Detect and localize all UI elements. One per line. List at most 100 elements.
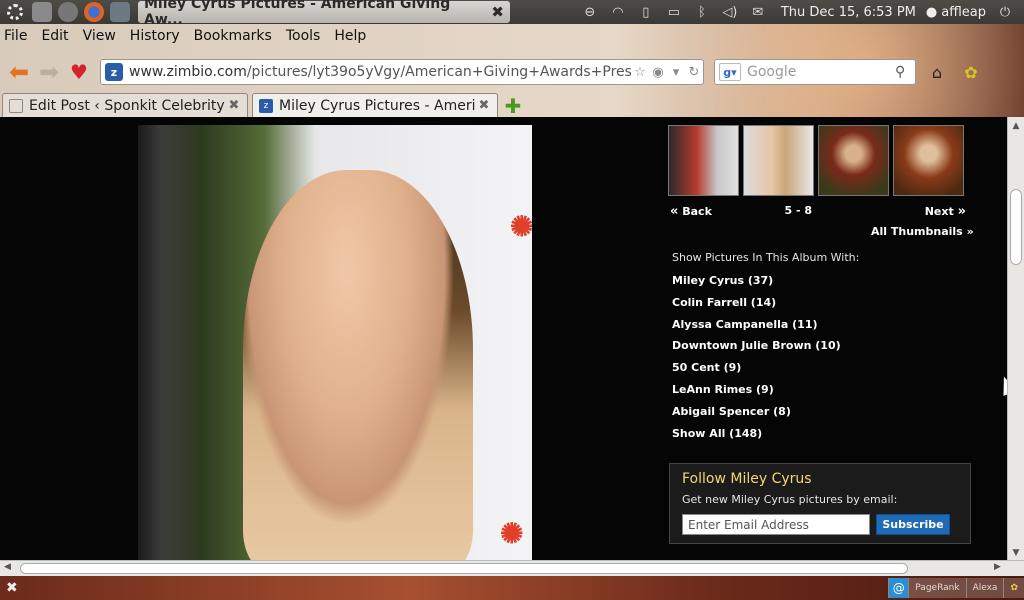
battery-icon[interactable]: ▭ bbox=[665, 4, 683, 20]
top-panel: Miley Cyrus Pictures - American Giving A… bbox=[0, 0, 1024, 28]
google-icon[interactable]: g▾ bbox=[719, 63, 741, 81]
tab-close-icon[interactable]: ✖ bbox=[477, 98, 491, 113]
usb-icon[interactable]: ▯ bbox=[637, 4, 655, 20]
menu-file[interactable]: File bbox=[4, 28, 27, 44]
horizontal-scrollbar[interactable]: ◀ ▶ bbox=[0, 560, 1024, 576]
main-photo[interactable]: ✺ ✺ bbox=[138, 125, 532, 560]
nbc-peacock-icon: ✺ bbox=[510, 210, 532, 243]
double-right-arrow-icon: » bbox=[966, 225, 974, 238]
window-title-button[interactable]: Miley Cyrus Pictures - American Giving A… bbox=[138, 0, 510, 28]
people-link[interactable]: Colin Farrell (14) bbox=[672, 296, 841, 318]
url-text[interactable]: www.zimbio.com/pictures/lyt39o5yVgy/Amer… bbox=[129, 64, 631, 80]
bookmark-star-icon[interactable]: ☆ bbox=[631, 65, 649, 80]
wifi-icon[interactable]: ◠ bbox=[609, 4, 627, 20]
vertical-scrollbar[interactable]: ▲ ▼ bbox=[1007, 117, 1024, 560]
tab-label: Edit Post ‹ Sponkit Celebrity ... bbox=[29, 97, 227, 114]
thumbnail[interactable] bbox=[893, 125, 964, 196]
back-label: Back bbox=[682, 205, 712, 218]
alexa-widget[interactable]: Alexa bbox=[965, 578, 1004, 598]
chromium-icon[interactable] bbox=[58, 2, 78, 22]
tab-bar: Edit Post ‹ Sponkit Celebrity ... ✖ z Mi… bbox=[0, 91, 1024, 118]
nav-toolbar: ⬅ ➡ ♥ z www.zimbio.com/pictures/lyt39o5y… bbox=[4, 58, 1020, 86]
scroll-down-arrow-icon[interactable]: ▼ bbox=[1008, 548, 1024, 558]
people-link[interactable]: Alyssa Campanella (11) bbox=[672, 318, 841, 340]
people-link[interactable]: 50 Cent (9) bbox=[672, 361, 841, 383]
people-link[interactable]: Abigail Spencer (8) bbox=[672, 405, 841, 427]
extension-icon[interactable]: ✿ bbox=[958, 60, 984, 84]
menu-view[interactable]: View bbox=[83, 28, 116, 44]
user-menu[interactable]: ● affleap bbox=[926, 5, 986, 20]
menu-bookmarks[interactable]: Bookmarks bbox=[194, 28, 272, 44]
email-field[interactable] bbox=[682, 514, 870, 535]
menu-history[interactable]: History bbox=[130, 28, 180, 44]
user-name: affleap bbox=[941, 4, 986, 20]
show-all-link[interactable]: Show All (148) bbox=[672, 427, 841, 449]
tab-miley-cyrus[interactable]: z Miley Cyrus Pictures - Ameri... ✖ bbox=[252, 93, 498, 117]
next-label: Next bbox=[924, 205, 954, 218]
menu-tools[interactable]: Tools bbox=[286, 28, 321, 44]
subscribe-button[interactable]: Subscribe bbox=[876, 514, 950, 535]
horizontal-scroll-thumb[interactable] bbox=[20, 563, 908, 574]
pagerank-widget[interactable]: PageRank bbox=[908, 578, 966, 598]
addon-icon[interactable]: ✿ bbox=[1003, 578, 1024, 598]
firefox-icon[interactable] bbox=[84, 2, 104, 22]
double-left-arrow-icon: « bbox=[670, 204, 679, 219]
mail-icon[interactable]: ✉ bbox=[749, 4, 767, 20]
thumbnail[interactable] bbox=[668, 125, 739, 196]
gimp-icon[interactable] bbox=[110, 2, 130, 22]
ubuntu-menu-icon[interactable] bbox=[4, 1, 26, 23]
close-icon[interactable]: ✖ bbox=[491, 3, 504, 21]
page-icon bbox=[9, 98, 23, 113]
volume-icon[interactable]: ◁) bbox=[721, 4, 739, 20]
follow-box: Follow Miley Cyrus Get new Miley Cyrus p… bbox=[669, 463, 971, 544]
reload-icon[interactable]: ↻ bbox=[685, 65, 703, 80]
bluetooth-icon[interactable]: ᛒ bbox=[693, 4, 711, 20]
people-link[interactable]: Miley Cyrus (37) bbox=[672, 274, 841, 296]
at-icon[interactable]: @ bbox=[888, 578, 909, 598]
people-link[interactable]: Downtown Julie Brown (10) bbox=[672, 339, 841, 361]
thumbnail[interactable] bbox=[818, 125, 889, 196]
url-path: /pictures/lyt39o5yVgy/American+Giving+Aw… bbox=[246, 64, 631, 80]
close-icon[interactable]: ✖ bbox=[6, 580, 18, 596]
url-bar[interactable]: z www.zimbio.com/pictures/lyt39o5yVgy/Am… bbox=[100, 59, 704, 85]
search-placeholder: Google bbox=[747, 64, 797, 80]
dropdown-arrow-icon[interactable]: ▾ bbox=[667, 65, 685, 80]
person-figure bbox=[243, 170, 473, 560]
search-icon[interactable]: ⚲ bbox=[895, 64, 915, 80]
follow-subtitle: Get new Miley Cyrus pictures by email: bbox=[682, 493, 898, 506]
menu-edit[interactable]: Edit bbox=[41, 28, 68, 44]
vertical-scroll-thumb[interactable] bbox=[1010, 189, 1022, 265]
people-link[interactable]: LeAnn Rimes (9) bbox=[672, 383, 841, 405]
home-icon[interactable]: ⌂ bbox=[924, 60, 950, 84]
tab-close-icon[interactable]: ✖ bbox=[227, 98, 241, 113]
text-editor-icon[interactable] bbox=[32, 2, 52, 22]
zimbio-favicon-icon: z bbox=[259, 98, 273, 113]
web-page: ✺ ✺ « Back 5 - 8 Next » All Thumbnails »… bbox=[0, 117, 1007, 560]
scroll-up-arrow-icon[interactable]: ▲ bbox=[1008, 121, 1024, 131]
menu-bar: File Edit View History Bookmarks Tools H… bbox=[4, 28, 366, 44]
forward-arrow-icon[interactable]: ➡ bbox=[34, 58, 64, 86]
power-icon[interactable]: ⏻ bbox=[996, 4, 1014, 20]
tab-edit-post[interactable]: Edit Post ‹ Sponkit Celebrity ... ✖ bbox=[2, 93, 248, 117]
back-link[interactable]: « Back bbox=[670, 204, 712, 219]
scroll-right-arrow-icon[interactable]: ▶ bbox=[994, 562, 1001, 572]
ssl-icon[interactable]: ◉ bbox=[649, 65, 667, 80]
back-arrow-icon[interactable]: ⬅ bbox=[4, 58, 34, 86]
menu-help[interactable]: Help bbox=[334, 28, 366, 44]
user-icon: ● bbox=[925, 4, 938, 20]
heart-icon[interactable]: ♥ bbox=[64, 60, 94, 84]
new-tab-icon[interactable]: ✚ bbox=[502, 94, 524, 118]
scroll-left-arrow-icon[interactable]: ◀ bbox=[4, 562, 11, 572]
stop-icon[interactable]: ⊖ bbox=[581, 4, 599, 20]
page-range: 5 - 8 bbox=[784, 204, 813, 217]
next-link[interactable]: Next » bbox=[925, 204, 966, 219]
site-favicon-icon: z bbox=[105, 63, 123, 81]
thumbnail[interactable] bbox=[743, 125, 814, 196]
search-box[interactable]: g▾ Google ⚲ bbox=[714, 59, 916, 85]
clock[interactable]: Thu Dec 15, 6:53 PM bbox=[781, 5, 916, 20]
album-people-heading: Show Pictures In This Album With: bbox=[672, 251, 860, 264]
all-thumbnails-link[interactable]: All Thumbnails » bbox=[871, 225, 974, 238]
url-domain: www.zimbio.com bbox=[129, 64, 247, 80]
double-right-arrow-icon: » bbox=[957, 204, 966, 219]
browser-chrome: File Edit View History Bookmarks Tools H… bbox=[0, 24, 1024, 118]
